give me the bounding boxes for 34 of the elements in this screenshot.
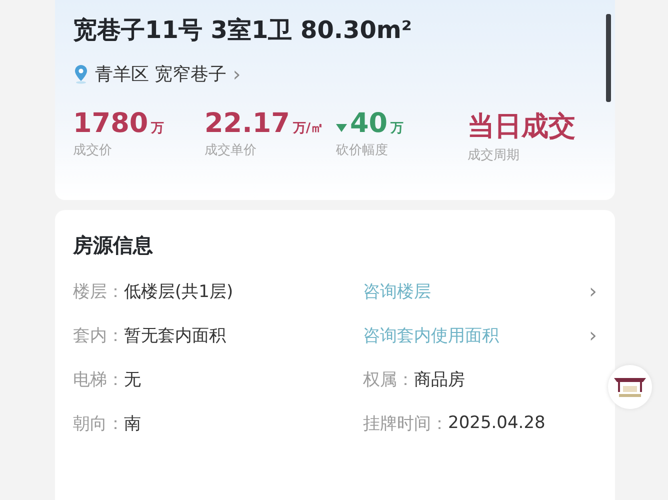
avatar-button[interactable] xyxy=(608,365,652,409)
field-value: 暂无套内面积 xyxy=(124,324,226,346)
field-label: 权属： xyxy=(363,368,414,390)
stat-unit: 万/㎡ xyxy=(292,120,324,137)
stat-label: 成交单价 xyxy=(204,142,258,159)
stat-label: 砍价幅度 xyxy=(336,142,389,159)
field-label: 电梯： xyxy=(73,368,124,390)
stat-value: 1780 xyxy=(73,108,148,139)
field-label: 套内： xyxy=(73,324,124,346)
stat-value: 40 xyxy=(350,108,388,139)
field-label: 朝向： xyxy=(73,412,124,434)
stat-unit: 万 xyxy=(390,120,404,137)
stat-label: 成交周期 xyxy=(468,147,520,164)
chevron-icon: › xyxy=(589,323,597,347)
section-title: 房源信息 xyxy=(73,232,154,259)
field-value: 商品房 xyxy=(414,368,465,390)
chevron-icon: › xyxy=(232,62,241,86)
chevron-icon: › xyxy=(589,279,597,303)
stat-label: 成交价 xyxy=(73,142,113,159)
field-value: 低楼层(共1层) xyxy=(124,280,234,302)
field-label: 楼层： xyxy=(73,280,124,302)
consult-link[interactable]: 咨询套内使用面积 xyxy=(363,324,589,346)
stat-value: 当日成交 xyxy=(468,110,576,144)
field-value: 无 xyxy=(124,368,141,390)
listing-title: 宽巷子11号 3室1卫 80.30m² xyxy=(73,15,413,46)
stat-value: 22.17 xyxy=(204,108,290,139)
field-value: 2025.04.28 xyxy=(448,413,546,433)
field-label: 挂牌时间： xyxy=(363,412,448,434)
consult-link[interactable]: 咨询楼层 xyxy=(363,280,589,302)
stat-unit: 万 xyxy=(151,120,164,137)
location-link[interactable]: 青羊区 宽窄巷子 xyxy=(95,62,227,86)
field-value: 南 xyxy=(124,412,141,434)
location-pin-icon xyxy=(73,64,89,84)
down-triangle-icon xyxy=(336,124,347,132)
